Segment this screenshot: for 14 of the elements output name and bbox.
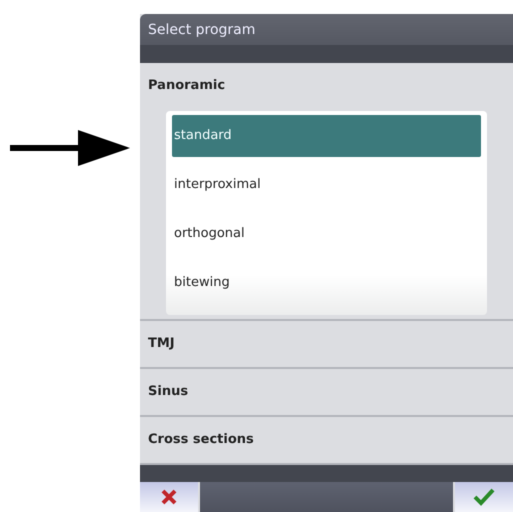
category-header[interactable]: Panoramic (140, 78, 226, 94)
category-header[interactable]: TMJ (140, 336, 175, 352)
category-header[interactable]: Cross sections (140, 432, 254, 448)
category-header[interactable]: Sinus (140, 384, 188, 400)
program-item[interactable]: bitewing (172, 262, 481, 304)
program-item[interactable]: orthogonal (172, 212, 481, 255)
checkmark-icon (473, 488, 495, 506)
confirm-button[interactable] (455, 482, 513, 512)
cancel-button[interactable] (140, 482, 198, 512)
program-item[interactable]: interproximal (172, 164, 481, 206)
window-title: Select program (147, 22, 256, 38)
program-item[interactable]: standard (172, 114, 481, 157)
arrow-icon (10, 130, 130, 166)
close-icon (161, 489, 177, 506)
